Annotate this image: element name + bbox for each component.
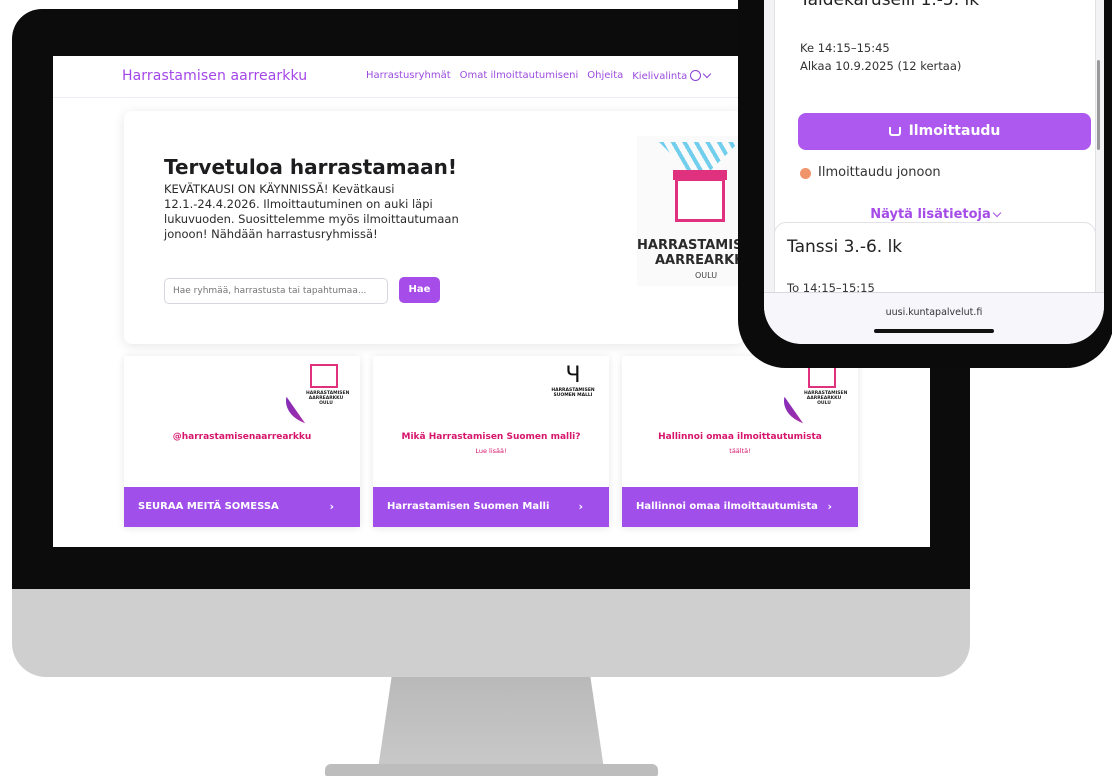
course-start: Alkaa 10.9.2025 (12 kertaa) <box>800 59 962 73</box>
card-social[interactable]: HARRASTAMISEN AARREARKKU OULU @harrastam… <box>124 356 360 527</box>
url-text[interactable]: uusi.kuntapalvelut.fi <box>764 307 1104 318</box>
card-suomen-malli[interactable]: Ч HARRASTAMISEN SUOMEN MALLI Mikä Harras… <box>373 356 609 527</box>
chevron-right-icon: › <box>827 500 832 513</box>
search-button[interactable]: Hae <box>399 277 440 303</box>
language-selector[interactable]: Kielivalinta <box>632 69 712 82</box>
queue-link[interactable]: Ilmoittaudu jonoon <box>818 165 941 180</box>
phone-screen: Taidekaruselli 1.-5. lk Ke 14:15–15:45 A… <box>764 0 1104 344</box>
card-link-band[interactable]: Hallinnoi omaa ilmoittautumista › <box>622 487 858 527</box>
nav-item-harrastusryhmat[interactable]: Harrastusryhmät <box>366 70 451 82</box>
course-time: Ke 14:15–15:45 <box>800 41 890 55</box>
hero-text: KEVÄTKAUSI ON KÄYNNISSÄ! Kevätkausi 12.1… <box>164 182 459 241</box>
hero-panel: Tervetuloa harrastamaan! KEVÄTKAUSI ON K… <box>124 111 762 344</box>
enroll-button[interactable]: Ilmoittaudu <box>798 113 1091 150</box>
chevron-right-icon: › <box>329 500 334 513</box>
suomen-malli-logo: Ч HARRASTAMISEN SUOMEN MALLI <box>551 363 595 399</box>
card-link-band[interactable]: SEURAA MEITÄ SOMESSA › <box>124 487 360 527</box>
card-subtext[interactable]: täältä! <box>622 447 858 455</box>
chevron-right-icon: › <box>578 500 583 513</box>
card-headline: Mikä Harrastamisen Suomen malli? <box>401 432 581 442</box>
brand-link[interactable]: Harrastamisen aarrearkku <box>122 68 307 84</box>
course-title: Tanssi 3.-6. lk <box>787 237 903 257</box>
card-headline: Hallinnoi omaa ilmoittautumista <box>658 432 822 442</box>
chevron-down-icon <box>703 69 712 79</box>
logo-city: OULU <box>695 271 718 280</box>
monitor-stand-base <box>325 764 658 776</box>
queue-status-dot <box>800 168 811 179</box>
search-input[interactable] <box>164 278 388 304</box>
nav-item-omat-ilmoittautumiseni[interactable]: Omat ilmoittautumiseni <box>460 70 579 82</box>
cart-icon <box>888 127 901 136</box>
course-card: Taidekaruselli 1.-5. lk Ke 14:15–15:45 A… <box>774 0 1096 245</box>
language-label: Kielivalinta <box>632 71 688 82</box>
nav-links: Harrastusryhmät Omat ilmoittautumiseni O… <box>366 69 712 82</box>
aarrearkku-logo: HARRASTAMISEN AARREARKKU OULU <box>637 136 762 286</box>
chevron-down-icon <box>992 208 1002 218</box>
scrollbar[interactable] <box>1097 60 1100 150</box>
monitor-chin <box>12 589 970 677</box>
hero-title: Tervetuloa harrastamaan! <box>164 155 457 179</box>
nav-item-ohjeita[interactable]: Ohjeita <box>587 70 623 82</box>
treasure-chest-icon <box>310 364 338 388</box>
browser-address-bar: uusi.kuntapalvelut.fi <box>764 292 1104 344</box>
card-logo: HARRASTAMISEN AARREARKKU OULU <box>286 356 360 426</box>
monitor-stand <box>378 677 604 769</box>
card-manage[interactable]: HARRASTAMISEN AARREARKKU OULU Hallinnoi … <box>622 356 858 527</box>
card-headline: @harrastamisenaarrearkku <box>172 432 312 442</box>
card-link-band[interactable]: Harrastamisen Suomen Malli › <box>373 487 609 527</box>
globe-icon <box>690 70 702 81</box>
treasure-chest-icon <box>675 178 725 222</box>
card-subtext[interactable]: Lue lisää! <box>373 447 609 455</box>
home-indicator[interactable] <box>874 329 994 333</box>
course-title: Taidekaruselli 1.-5. lk <box>800 0 980 10</box>
show-more-button[interactable]: Näytä lisätietoja <box>775 207 1095 222</box>
